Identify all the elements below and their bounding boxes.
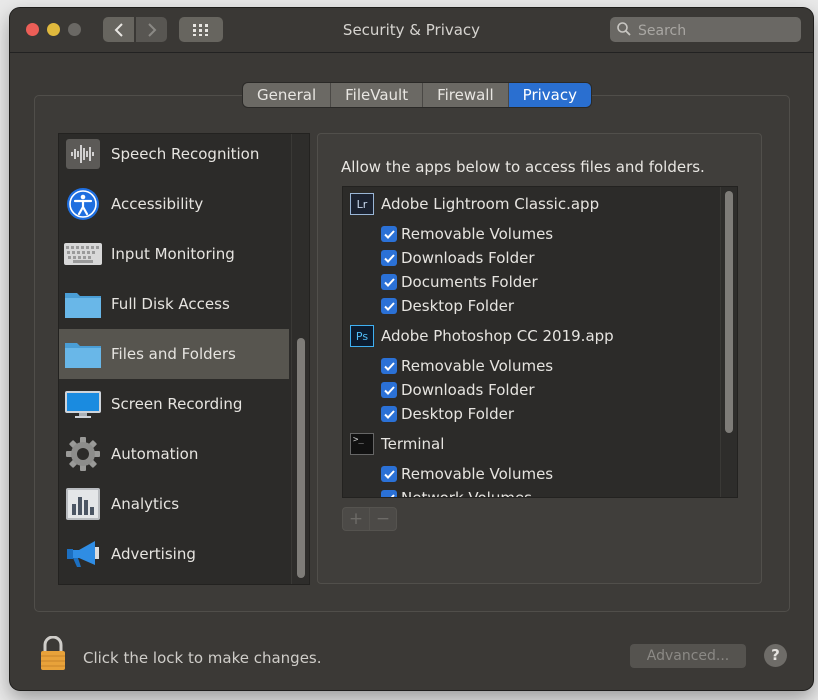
sidebar-item-automation[interactable]: Automation: [59, 429, 289, 479]
keyboard-icon: [63, 234, 103, 274]
search-icon: [617, 22, 631, 36]
list-scroll-thumb[interactable]: [725, 191, 733, 433]
checkmark-icon: [383, 361, 395, 371]
sidebar-scrollbar[interactable]: [291, 134, 309, 584]
bar-chart-icon: [63, 484, 103, 524]
display-icon: [63, 384, 103, 424]
sidebar-item-label: Analytics: [111, 495, 180, 513]
list-scrollbar[interactable]: [720, 187, 737, 497]
app-row-terminal[interactable]: >_ Terminal: [343, 432, 718, 456]
permission-row[interactable]: Desktop Folder: [343, 402, 718, 426]
checkmark-icon: [383, 253, 395, 263]
tab-filevault[interactable]: FileVault: [331, 83, 424, 107]
checkmark-icon: [389, 493, 395, 497]
app-name: Terminal: [381, 435, 445, 453]
speech-waveform-icon: [63, 134, 103, 174]
permission-row[interactable]: Downloads Folder: [343, 378, 718, 402]
app-name: Adobe Lightroom Classic.app: [381, 195, 600, 213]
advanced-button[interactable]: Advanced...: [630, 644, 746, 668]
checkmark-icon: [383, 229, 395, 239]
tab-general[interactable]: General: [243, 83, 332, 107]
permission-label: Removable Volumes: [401, 465, 554, 483]
app-row-photoshop[interactable]: Ps Adobe Photoshop CC 2019.app: [343, 324, 718, 348]
security-privacy-window: Security & Privacy General FileVault Fir…: [10, 8, 813, 690]
checkbox-checked[interactable]: [381, 250, 397, 266]
lock-message: Click the lock to make changes.: [83, 649, 322, 667]
lightroom-icon: Lr: [350, 193, 374, 215]
remove-app-button[interactable]: −: [370, 507, 397, 531]
lock-icon: [41, 635, 65, 670]
tab-privacy[interactable]: Privacy: [508, 83, 591, 107]
permission-row[interactable]: Downloads Folder: [343, 246, 718, 270]
checkbox-checked[interactable]: [381, 358, 397, 374]
sidebar-item-label: Screen Recording: [111, 395, 243, 413]
checkbox-checked[interactable]: [381, 298, 397, 314]
help-button[interactable]: ?: [764, 644, 787, 667]
add-remove-control: + −: [342, 507, 397, 531]
sidebar-item-analytics[interactable]: Analytics: [59, 479, 289, 529]
sidebar-item-full-disk-access[interactable]: Full Disk Access: [59, 279, 289, 329]
checkmark-icon: [383, 385, 395, 395]
permission-row[interactable]: Network Volumes: [343, 486, 718, 498]
app-name: Adobe Photoshop CC 2019.app: [381, 327, 614, 345]
megaphone-icon: [63, 534, 103, 574]
permission-row[interactable]: Removable Volumes: [343, 222, 718, 246]
permission-label: Documents Folder: [401, 273, 538, 291]
sidebar-item-label: Advertising: [111, 545, 196, 563]
search-field[interactable]: [610, 17, 801, 42]
permission-label: Removable Volumes: [401, 357, 554, 375]
sidebar-item-speech-recognition[interactable]: Speech Recognition: [59, 134, 289, 179]
sidebar-item-advertising[interactable]: Advertising: [59, 529, 289, 579]
checkmark-icon: [383, 301, 395, 311]
permission-label: Desktop Folder: [401, 297, 514, 315]
checkbox-checked[interactable]: [381, 226, 397, 242]
title-bar: Security & Privacy: [10, 8, 813, 53]
photoshop-icon: Ps: [350, 325, 374, 347]
permission-row[interactable]: Desktop Folder: [343, 294, 718, 318]
folder-icon: [63, 284, 103, 324]
permission-label: Network Volumes: [401, 489, 533, 498]
sidebar-item-label: Full Disk Access: [111, 295, 230, 313]
sidebar-item-label: Automation: [111, 445, 199, 463]
checkbox-checked[interactable]: [381, 382, 397, 398]
permission-label: Downloads Folder: [401, 249, 535, 267]
app-row-lightroom[interactable]: Lr Adobe Lightroom Classic.app: [343, 192, 718, 216]
permission-row[interactable]: Documents Folder: [343, 270, 718, 294]
accessibility-icon: [63, 184, 103, 224]
panel-description: Allow the apps below to access files and…: [341, 158, 705, 176]
gear-icon: [63, 434, 103, 474]
checkbox-checked[interactable]: [381, 490, 397, 497]
permission-row[interactable]: Removable Volumes: [343, 354, 718, 378]
app-permissions-list: Lr Adobe Lightroom Classic.app Removable…: [342, 186, 738, 498]
add-app-button[interactable]: +: [342, 507, 370, 531]
sidebar-item-input-monitoring[interactable]: Input Monitoring: [59, 229, 289, 279]
checkmark-icon: [383, 469, 395, 479]
search-input[interactable]: [636, 20, 798, 41]
tab-firewall[interactable]: Firewall: [423, 83, 509, 107]
sidebar-item-label: Input Monitoring: [111, 245, 235, 263]
permission-row[interactable]: Removable Volumes: [343, 462, 718, 486]
sidebar-item-label: Files and Folders: [111, 345, 236, 363]
checkbox-checked[interactable]: [381, 274, 397, 290]
sidebar-item-label: Speech Recognition: [111, 145, 260, 163]
permission-label: Downloads Folder: [401, 381, 535, 399]
terminal-icon: >_: [350, 433, 374, 455]
checkbox-checked[interactable]: [381, 406, 397, 422]
lock-button[interactable]: [38, 635, 68, 676]
sidebar-item-screen-recording[interactable]: Screen Recording: [59, 379, 289, 429]
checkmark-icon: [383, 277, 395, 287]
sidebar-item-label: Accessibility: [111, 195, 204, 213]
checkbox-checked[interactable]: [381, 466, 397, 482]
checkmark-icon: [383, 409, 395, 419]
privacy-category-list: Speech Recognition Accessibility Input M…: [58, 133, 310, 585]
permission-label: Removable Volumes: [401, 225, 554, 243]
files-and-folders-panel: Allow the apps below to access files and…: [317, 133, 762, 584]
folder-icon: [63, 334, 103, 374]
sidebar-item-files-and-folders[interactable]: Files and Folders: [59, 329, 289, 379]
permission-label: Desktop Folder: [401, 405, 514, 423]
tab-bar: General FileVault Firewall Privacy: [243, 83, 591, 107]
sidebar-item-accessibility[interactable]: Accessibility: [59, 179, 289, 229]
sidebar-scroll-thumb[interactable]: [297, 338, 305, 578]
